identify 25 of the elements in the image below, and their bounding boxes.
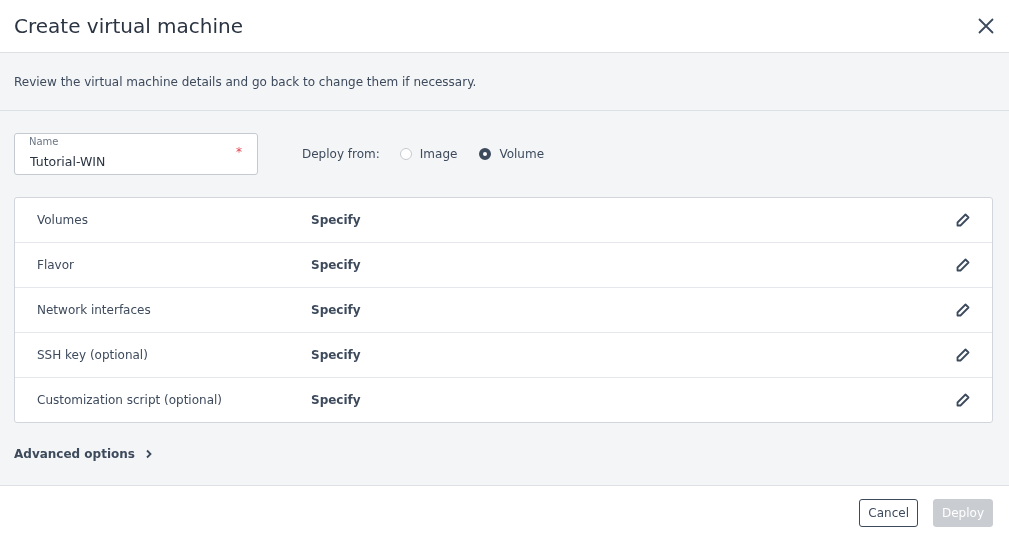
- setting-value: Specify: [311, 258, 362, 272]
- pencil-icon[interactable]: [956, 348, 970, 362]
- setting-value: Specify: [311, 348, 362, 362]
- advanced-options-toggle[interactable]: Advanced options: [14, 447, 153, 461]
- radio-option[interactable]: Image: [399, 147, 458, 161]
- setting-name: Network interfaces: [36, 303, 152, 317]
- setting-name: Volumes: [36, 213, 89, 227]
- pencil-icon[interactable]: [956, 393, 970, 407]
- field-label: Name: [29, 136, 59, 147]
- setting-name: Flavor: [36, 258, 75, 272]
- setting-value: Specify: [311, 213, 362, 227]
- deploy-from-label: Deploy from:: [302, 147, 380, 161]
- description-text: Review the virtual machine details and go back to change them if necessary.: [0, 53, 1009, 111]
- pencil-icon[interactable]: [956, 303, 970, 317]
- dialog-title: Create virtual machine: [14, 14, 244, 38]
- setting-name: Customization script (optional): [36, 393, 223, 407]
- required-mark: *: [236, 145, 242, 159]
- pencil-icon[interactable]: [956, 258, 970, 272]
- pencil-icon[interactable]: [956, 213, 970, 227]
- setting-name: SSH key (optional): [36, 348, 149, 362]
- setting-value: Specify: [311, 303, 362, 317]
- radio-option[interactable]: Volume: [479, 147, 545, 161]
- dialog-button[interactable]: Cancel: [859, 498, 918, 527]
- close-icon[interactable]: [977, 17, 995, 35]
- setting-value: Specify: [311, 393, 362, 407]
